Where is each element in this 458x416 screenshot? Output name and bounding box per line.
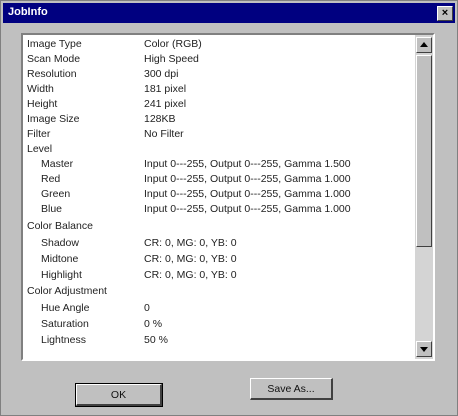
vertical-scrollbar[interactable] <box>415 35 433 359</box>
row-label: Master <box>41 158 74 170</box>
row-label: Height <box>27 98 58 110</box>
arrow-up-icon <box>420 42 428 47</box>
section-label: Color Adjustment <box>27 285 107 297</box>
row-label: Highlight <box>41 269 82 281</box>
row-value: Input 0---255, Output 0---255, Gamma 1.0… <box>144 203 351 215</box>
row-label: Filter <box>27 128 51 140</box>
row-value: 241 pixel <box>144 98 187 110</box>
row-label: Midtone <box>41 253 79 265</box>
row-label: Image Size <box>27 113 80 125</box>
scroll-up-button[interactable] <box>416 37 432 53</box>
row-label: Width <box>27 83 54 95</box>
job-info-panel: Image Type Color (RGB) Scan Mode High Sp… <box>21 33 435 361</box>
row-label: Scan Mode <box>27 53 81 65</box>
scroll-down-button[interactable] <box>416 341 432 357</box>
row-label: Blue <box>41 203 63 215</box>
row-value: No Filter <box>144 128 184 140</box>
row-label: Lightness <box>41 334 86 346</box>
section-label: Level <box>27 143 53 155</box>
row-value: Input 0---255, Output 0---255, Gamma 1.0… <box>144 188 351 200</box>
row-value: 0 % <box>144 318 163 330</box>
row-value: High Speed <box>144 53 199 65</box>
row-value: CR: 0, MG: 0, YB: 0 <box>144 269 237 281</box>
row-value: Color (RGB) <box>144 38 202 50</box>
section-label: Color Balance <box>27 220 93 232</box>
window-title: JobInfo <box>8 6 48 18</box>
row-label: Saturation <box>41 318 89 330</box>
row-label: Red <box>41 173 61 185</box>
arrow-down-icon <box>420 347 428 352</box>
row-value: 0 <box>144 302 150 314</box>
row-value: 50 % <box>144 334 168 346</box>
jobinfo-dialog: JobInfo × Image Type Color (RGB) Scan Mo… <box>0 0 458 416</box>
row-value: 300 dpi <box>144 68 179 80</box>
close-icon: × <box>441 7 449 19</box>
row-label: Green <box>41 188 71 200</box>
job-info-list: Image Type Color (RGB) Scan Mode High Sp… <box>23 35 415 359</box>
scrollbar-thumb[interactable] <box>416 55 432 247</box>
row-label: Resolution <box>27 68 77 80</box>
row-value: Input 0---255, Output 0---255, Gamma 1.0… <box>144 173 351 185</box>
row-value: CR: 0, MG: 0, YB: 0 <box>144 253 237 265</box>
row-label: Image Type <box>27 38 82 50</box>
ok-button[interactable]: OK <box>75 383 163 407</box>
row-value: Input 0---255, Output 0---255, Gamma 1.5… <box>144 158 351 170</box>
row-label: Shadow <box>41 237 79 249</box>
row-value: 128KB <box>144 113 176 125</box>
row-value: CR: 0, MG: 0, YB: 0 <box>144 237 237 249</box>
save-as-button[interactable]: Save As... <box>250 378 333 400</box>
close-button[interactable]: × <box>437 6 453 21</box>
row-label: Hue Angle <box>41 302 90 314</box>
row-value: 181 pixel <box>144 83 187 95</box>
title-bar[interactable]: JobInfo × <box>3 3 455 23</box>
